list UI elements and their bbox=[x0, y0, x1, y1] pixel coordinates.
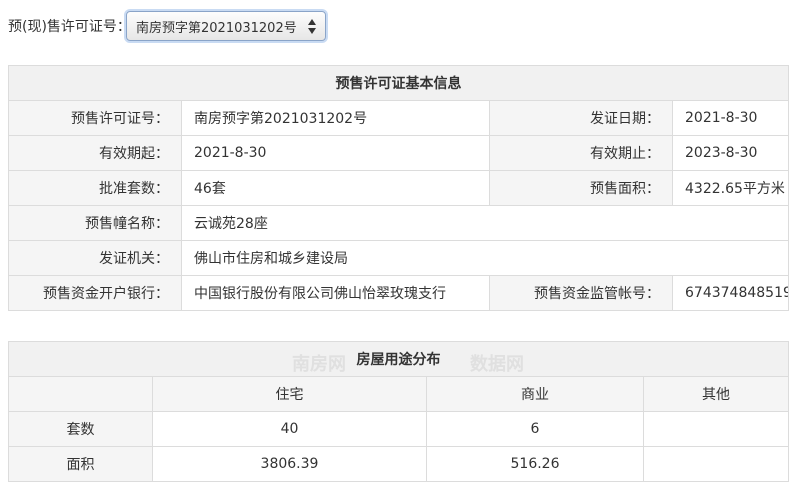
usage-area-other bbox=[643, 446, 789, 482]
usage-column-residential: 住宅 bbox=[152, 376, 427, 412]
table-row: 面积 3806.39 516.26 bbox=[8, 446, 789, 482]
basic-info-title: 预售许可证基本信息 bbox=[8, 65, 789, 101]
table-row: 套数 40 6 bbox=[8, 411, 789, 447]
license-selector-row: 预(现)售许可证号： 南房预字第2021031202号 bbox=[8, 10, 326, 42]
presale-area-label: 预售面积： bbox=[489, 170, 673, 206]
license-number-select[interactable]: 南房预字第2021031202号 bbox=[126, 11, 326, 41]
license-number-label: 预售许可证号： bbox=[8, 100, 182, 136]
bank-value: 中国银行股份有限公司佛山怡翠玫瑰支行 bbox=[181, 275, 490, 311]
table-row: 批准套数： 46套 预售面积： 4322.65平方米 bbox=[8, 170, 789, 206]
table-row: 发证机关： 佛山市住房和城乡建设局 bbox=[8, 240, 789, 276]
usage-row-units-label: 套数 bbox=[8, 411, 153, 447]
bank-label: 预售资金开户银行： bbox=[8, 275, 182, 311]
building-name-label: 预售幢名称： bbox=[8, 205, 182, 241]
valid-to-value: 2023-8-30 bbox=[672, 135, 789, 171]
license-basic-info-table: 预售许可证基本信息 预售许可证号： 南房预字第2021031202号 发证日期：… bbox=[8, 65, 789, 311]
usage-units-residential: 40 bbox=[152, 411, 427, 447]
usage-corner-header bbox=[8, 376, 153, 412]
issuer-value: 佛山市住房和城乡建设局 bbox=[181, 240, 789, 276]
issue-date-label: 发证日期： bbox=[489, 100, 673, 136]
table-header-row: 住宅 商业 其他 bbox=[8, 376, 789, 412]
valid-from-value: 2021-8-30 bbox=[181, 135, 490, 171]
housing-usage-table: 房屋用途分布 住宅 商业 其他 套数 40 6 面积 3806.39 516.2… bbox=[8, 341, 789, 482]
valid-to-label: 有效期止： bbox=[489, 135, 673, 171]
approved-units-label: 批准套数： bbox=[8, 170, 182, 206]
table-row: 预售许可证号： 南房预字第2021031202号 发证日期： 2021-8-30 bbox=[8, 100, 789, 136]
issue-date-value: 2021-8-30 bbox=[672, 100, 789, 136]
usage-row-area-label: 面积 bbox=[8, 446, 153, 482]
usage-area-commercial: 516.26 bbox=[426, 446, 644, 482]
updown-arrows-icon bbox=[308, 19, 316, 34]
building-name-value: 云诚苑28座 bbox=[181, 205, 789, 241]
usage-units-commercial: 6 bbox=[426, 411, 644, 447]
table-row: 预售幢名称： 云诚苑28座 bbox=[8, 205, 789, 241]
usage-title: 房屋用途分布 bbox=[8, 341, 789, 377]
presale-area-value: 4322.65平方米 bbox=[672, 170, 789, 206]
supervision-account-value: 674374848519 bbox=[672, 275, 789, 311]
license-selector-label: 预(现)售许可证号： bbox=[8, 19, 131, 35]
table-row: 有效期起： 2021-8-30 有效期止： 2023-8-30 bbox=[8, 135, 789, 171]
usage-units-other bbox=[643, 411, 789, 447]
license-number-value: 南房预字第2021031202号 bbox=[181, 100, 490, 136]
supervision-account-label: 预售资金监管帐号： bbox=[489, 275, 673, 311]
approved-units-value: 46套 bbox=[181, 170, 490, 206]
issuer-label: 发证机关： bbox=[8, 240, 182, 276]
usage-column-other: 其他 bbox=[643, 376, 789, 412]
usage-area-residential: 3806.39 bbox=[152, 446, 427, 482]
license-number-selected-value: 南房预字第2021031202号 bbox=[136, 20, 297, 36]
usage-column-commercial: 商业 bbox=[426, 376, 644, 412]
valid-from-label: 有效期起： bbox=[8, 135, 182, 171]
table-row: 预售资金开户银行： 中国银行股份有限公司佛山怡翠玫瑰支行 预售资金监管帐号： 6… bbox=[8, 275, 789, 311]
